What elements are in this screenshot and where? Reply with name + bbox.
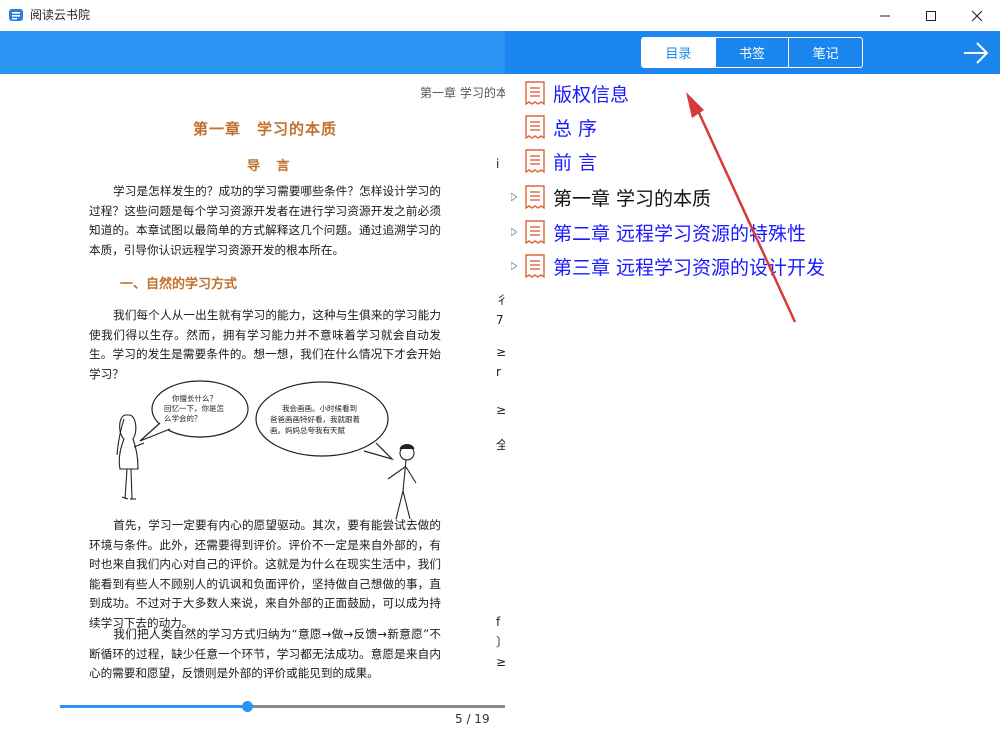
svg-text:≥: ≥ [496,403,505,417]
document-icon [525,115,545,140]
toc-list: 版权信息 总 序 前 言 第一章 学习的本质 第二章 远程学习资源的特殊性 第三… [505,74,1000,753]
bubble-left-line-3: 么学会的？ [164,413,202,423]
toc-item-label[interactable]: 第三章 远程学习资源的设计开发 [553,253,825,280]
toc-item-chapter-1[interactable]: 第一章 学习的本质 [505,180,1000,214]
svg-text:7: 7 [496,313,504,327]
progress-fill [60,705,247,708]
tab-bookmarks[interactable]: 书签 [714,38,789,67]
intro-title: 导 言 [247,159,296,174]
arrow-right-icon[interactable] [962,40,990,66]
document-icon [525,220,545,245]
document-icon [525,254,545,279]
expand-triangle-icon[interactable] [511,228,517,236]
svg-text:i: i [496,157,499,171]
body-paragraph-2: 我们每个人从一出生就有学习的能力，这种与生俱来的学习能力使我们得以生存。然而，拥… [89,306,441,384]
dialogue-illustration: 你擅长什么？ 回忆一下，你是怎 么学会的？ 我会画画。小时候看到 爸爸画画特好看… [116,380,417,519]
toc-header-bar: 目录 书签 笔记 [505,31,1000,74]
bubble-left-line-2: 回忆一下，你是怎 [164,403,224,413]
app-logo-icon [9,9,23,21]
bubble-right-line-2: 爸爸画画特好看，我就跟着 [270,414,360,424]
toc-item-label[interactable]: 前 言 [553,148,597,175]
svg-text:全: 全 [496,437,505,452]
running-head: 第一章 学习的本 [420,86,505,100]
expand-triangle-icon[interactable] [511,262,517,270]
book-page[interactable]: 第一章 学习的本 i 彳 7 ≥ r ≥ 全 f 〕 ≥ 第一章 学习的本质 导… [0,74,505,753]
body-paragraph-4: 我们把人类自然的学习方式归纳为“意愿→做→反馈→新意愿”不断循环的过程，缺少任意… [89,625,441,684]
tab-notes[interactable]: 笔记 [788,38,862,67]
progress-knob[interactable] [241,701,253,712]
next-page-edge: i 彳 7 ≥ r ≥ 全 f 〕 ≥ [496,114,505,674]
window-title: 阅读云书院 [30,8,91,22]
body-paragraph-3: 首先，学习一定要有内心的愿望驱动。其次，要有能尝试去做的环境与条件。此外，还需要… [89,516,441,634]
minimize-button[interactable] [862,0,908,31]
girl-figure [116,414,145,500]
reading-progress-slider[interactable] [60,701,505,712]
page-counter: 5 / 19 [455,712,490,726]
body-paragraph-4-text: 我们把人类自然的学习方式归纳为“意愿→做→反馈→新意愿”不断循环的过程，缺少任意… [89,627,441,681]
close-icon [971,10,983,21]
expand-triangle-icon[interactable] [511,193,517,201]
title-bar: 阅读云书院 [0,0,1000,31]
reader-header-bar[interactable] [0,31,505,74]
tab-contents[interactable]: 目录 [642,38,715,67]
document-icon [525,149,545,174]
svg-text:r: r [496,365,501,379]
toc-item-chapter-2[interactable]: 第二章 远程学习资源的特殊性 [505,215,1000,249]
maximize-button[interactable] [908,0,954,31]
svg-text:≥: ≥ [496,345,505,359]
toc-item-chapter-3[interactable]: 第三章 远程学习资源的设计开发 [505,249,1000,283]
svg-text:f: f [496,615,501,629]
intro-paragraph-text: 学习是怎样发生的？成功的学习需要哪些条件？怎样设计学习的过程？这些问题是每个学习… [89,184,441,257]
minimize-icon [880,15,890,16]
bubble-left-line-1: 你擅长什么？ [172,393,217,403]
chapter-title: 第一章 学习的本质 [193,120,338,138]
intro-paragraph: 学习是怎样发生的？成功的学习需要哪些条件？怎样设计学习的过程？这些问题是每个学习… [89,182,441,260]
app-window: 阅读云书院 第一章 学习的本 i 彳 7 ≥ r ≥ 全 f 〕 ≥ [0,0,1000,753]
toc-tab-group: 目录 书签 笔记 [641,37,863,68]
toc-item-foreword[interactable]: 前 言 [505,144,1000,178]
svg-text:≥: ≥ [496,655,505,669]
bubble-right-line-3: 画。妈妈总夸我有天赋 [270,425,345,435]
maximize-icon [926,10,936,21]
toc-item-copyright[interactable]: 版权信息 [505,76,1000,110]
close-button[interactable] [954,0,1000,31]
bubble-right-line-1: 我会画画。小时候看到 [282,403,357,413]
document-icon [525,81,545,106]
toc-item-label[interactable]: 总 序 [553,114,597,141]
svg-text:〕: 〕 [496,635,505,649]
body-paragraph-2-text: 我们每个人从一出生就有学习的能力，这种与生俱来的学习能力使我们得以生存。然而，拥… [89,308,441,381]
boy-figure [387,443,417,519]
svg-text:彳: 彳 [496,293,505,307]
document-icon [525,185,545,210]
toc-item-label[interactable]: 第二章 远程学习资源的特殊性 [553,219,806,246]
body-paragraph-3-text: 首先，学习一定要有内心的愿望驱动。其次，要有能尝试去做的环境与条件。此外，还需要… [89,518,441,630]
toc-item-label[interactable]: 版权信息 [553,80,629,107]
toc-item-label[interactable]: 第一章 学习的本质 [553,184,711,211]
toc-item-general-preface[interactable]: 总 序 [505,110,1000,144]
section-title: 一、自然的学习方式 [120,277,238,292]
